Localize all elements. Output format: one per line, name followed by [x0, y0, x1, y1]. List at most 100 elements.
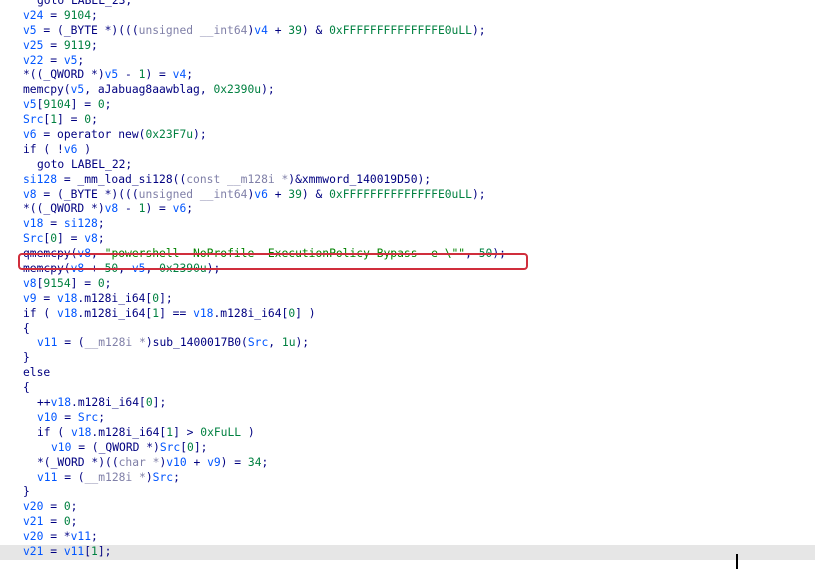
- code-line[interactable]: Src[0] = v8;: [0, 232, 815, 247]
- code-token-var[interactable]: v8: [23, 277, 37, 290]
- code-token-var[interactable]: v5: [105, 68, 119, 81]
- code-token-num: 9104: [63, 8, 92, 22]
- code-token-var[interactable]: Src: [78, 411, 98, 424]
- code-token-var[interactable]: v5: [64, 54, 78, 67]
- code-token-kw: = (: [57, 336, 85, 350]
- code-line[interactable]: qmemcpy(v8, "powershell -NoProfile -Exec…: [0, 247, 815, 262]
- code-line[interactable]: v10 = Src;: [0, 411, 815, 426]
- code-token-var[interactable]: Src: [160, 441, 180, 454]
- code-token-var[interactable]: Src: [248, 336, 268, 349]
- code-line[interactable]: if ( v18.m128i_i64[1] > 0xFuLL ): [0, 426, 815, 441]
- code-line[interactable]: }: [0, 485, 815, 500]
- code-line-current[interactable]: v21 = v11[1];: [0, 544, 815, 560]
- code-line[interactable]: memcpy(v5, aJabuag8aawblag, 0x2390u);: [0, 83, 815, 98]
- code-line[interactable]: v20 = *v11;: [0, 530, 815, 545]
- code-line[interactable]: goto LABEL_22;: [0, 158, 815, 173]
- code-token-num: 1: [91, 544, 98, 558]
- code-token-kw: =: [43, 53, 64, 67]
- code-line[interactable]: v5 = (_BYTE *)(((unsigned __int64)v4 + 3…: [0, 24, 815, 39]
- code-token-var[interactable]: Src: [153, 471, 173, 484]
- code-token-kw: .m128i_i64[: [71, 396, 146, 410]
- code-token-var[interactable]: v18: [23, 217, 43, 230]
- code-token-var[interactable]: v8: [105, 202, 119, 215]
- code-line[interactable]: {: [0, 381, 815, 396]
- code-token-var[interactable]: v18: [193, 307, 213, 320]
- code-line[interactable]: if ( !v6 ): [0, 143, 815, 158]
- code-token-var[interactable]: v5: [23, 98, 37, 111]
- code-token-var[interactable]: v25: [23, 39, 43, 52]
- code-token-var[interactable]: v21: [23, 545, 43, 558]
- code-token-var[interactable]: v20: [23, 500, 43, 513]
- code-token-var[interactable]: v8: [23, 188, 37, 201]
- code-token-kw: =: [43, 38, 64, 52]
- code-token-kw: }: [23, 351, 30, 365]
- code-token-var[interactable]: v6: [173, 202, 187, 215]
- code-token-var[interactable]: Src: [23, 113, 43, 126]
- code-token-var[interactable]: v18: [71, 426, 91, 439]
- code-token-var[interactable]: v5: [23, 24, 37, 37]
- code-line[interactable]: Src[1] = 0;: [0, 113, 815, 128]
- code-token-var[interactable]: v10: [37, 411, 57, 424]
- code-line[interactable]: v20 = 0;: [0, 500, 815, 515]
- code-line[interactable]: v10 = (_QWORD *)Src[0];: [0, 441, 815, 456]
- code-token-var[interactable]: v6: [23, 128, 37, 141]
- code-token-kw: +: [267, 187, 289, 201]
- code-line[interactable]: else: [0, 366, 815, 381]
- code-token-var[interactable]: v6: [64, 143, 78, 156]
- code-line[interactable]: v21 = 0;: [0, 515, 815, 530]
- code-line[interactable]: goto LABEL_23;: [0, 0, 815, 9]
- code-token-var[interactable]: v11: [37, 471, 57, 484]
- code-token-var[interactable]: v11: [71, 530, 91, 543]
- code-token-kw: +: [84, 262, 105, 276]
- code-token-var[interactable]: v11: [37, 336, 57, 349]
- code-line[interactable]: v18 = si128;: [0, 217, 815, 232]
- code-token-var[interactable]: v18: [57, 307, 77, 320]
- code-token-var[interactable]: v10: [51, 441, 71, 454]
- code-token-var[interactable]: v9: [207, 456, 221, 469]
- code-line[interactable]: *(_WORD *)((char *)v10 + v9) = 34;: [0, 456, 815, 471]
- code-token-kw: =: [43, 515, 64, 529]
- code-line[interactable]: v5[9104] = 0;: [0, 98, 815, 113]
- code-token-var[interactable]: v18: [57, 292, 77, 305]
- code-token-var[interactable]: v8: [84, 232, 98, 245]
- code-line[interactable]: v8[9154] = 0;: [0, 277, 815, 292]
- code-token-var[interactable]: v22: [23, 54, 43, 67]
- code-token-var[interactable]: v10: [166, 456, 186, 469]
- code-token-kw: ,: [145, 262, 160, 276]
- code-token-var[interactable]: Src: [23, 232, 43, 245]
- code-line[interactable]: *((_QWORD *)v8 - 1) = v6;: [0, 202, 815, 217]
- code-token-var[interactable]: v9: [23, 292, 37, 305]
- code-line[interactable]: v9 = v18.m128i_i64[0];: [0, 292, 815, 307]
- code-line[interactable]: {: [0, 322, 815, 337]
- code-line[interactable]: v6 = operator new(0x23F7u);: [0, 128, 815, 143]
- code-line[interactable]: v24 = 9104;: [0, 9, 815, 24]
- pseudocode-view[interactable]: goto LABEL_23; v24 = 9104; v5 = (_BYTE *)(…: [0, 0, 815, 570]
- code-line[interactable]: *((_QWORD *)v5 - 1) = v4;: [0, 68, 815, 83]
- code-line[interactable]: v22 = v5;: [0, 54, 815, 69]
- code-line[interactable]: }: [0, 351, 815, 366]
- code-line[interactable]: si128 = _mm_load_si128((const __m128i *)…: [0, 173, 815, 188]
- code-token-var[interactable]: v24: [23, 9, 43, 22]
- code-token-var[interactable]: v21: [23, 515, 43, 528]
- code-line[interactable]: if ( v18.m128i_i64[1] == v18.m128i_i64[0…: [0, 307, 815, 322]
- code-line[interactable]: v8 = (_BYTE *)(((unsigned __int64)v6 + 3…: [0, 188, 815, 203]
- code-token-var[interactable]: v18: [51, 396, 71, 409]
- code-token-var[interactable]: si128: [64, 217, 98, 230]
- code-line[interactable]: v25 = 9119;: [0, 39, 815, 54]
- code-token-var[interactable]: v4: [254, 24, 268, 37]
- code-line[interactable]: v11 = (__m128i *)Src;: [0, 471, 815, 486]
- code-token-var[interactable]: v6: [254, 188, 268, 201]
- code-token-var[interactable]: v5: [132, 262, 146, 275]
- pseudocode-lines: goto LABEL_23; v24 = 9104; v5 = (_BYTE *)(…: [0, 0, 815, 560]
- code-line[interactable]: memcpy(v8 + 50, v5, 0x2390u);: [0, 262, 815, 277]
- code-token-var[interactable]: v11: [64, 545, 84, 558]
- code-token-var[interactable]: v8: [71, 262, 85, 275]
- code-line[interactable]: v11 = (__m128i *)sub_1400017B0(Src, 1u);: [0, 336, 815, 351]
- code-token-kw: ;: [91, 530, 98, 544]
- code-token-var[interactable]: v4: [173, 68, 187, 81]
- code-token-var[interactable]: v8: [77, 247, 91, 260]
- code-token-var[interactable]: v5: [71, 83, 85, 96]
- code-token-var[interactable]: v20: [23, 530, 43, 543]
- code-line[interactable]: ++v18.m128i_i64[0];: [0, 396, 815, 411]
- code-token-var[interactable]: si128: [23, 173, 57, 186]
